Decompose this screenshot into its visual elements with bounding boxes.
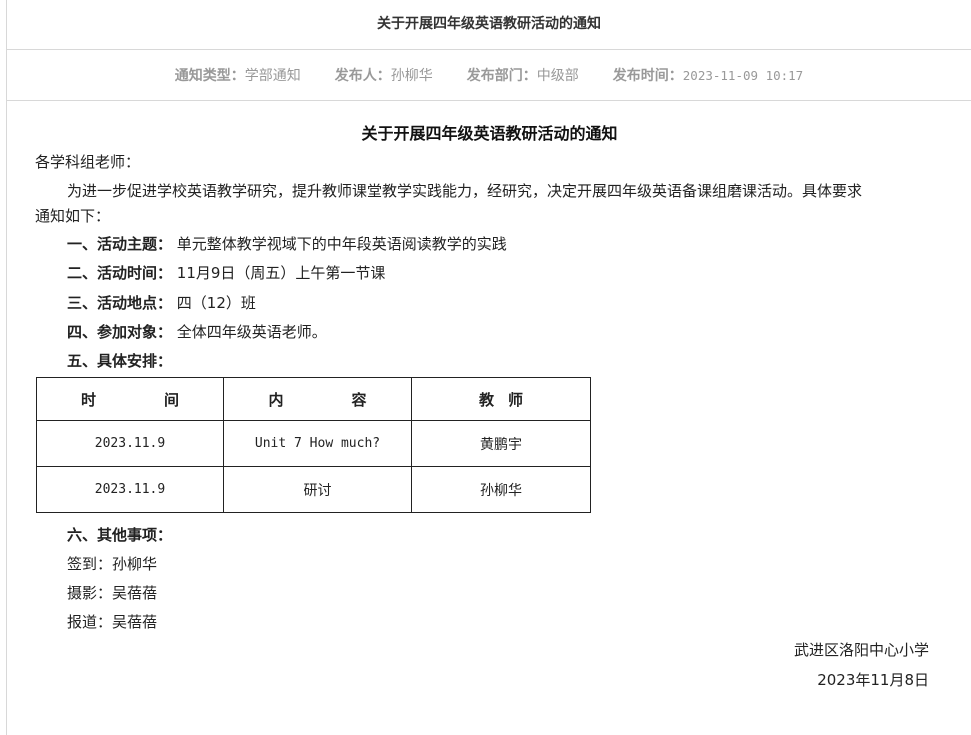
header-content-char-1: 内 — [268, 390, 284, 409]
page-title: 关于开展四年级英语教研活动的通知 — [7, 0, 971, 50]
salutation: 各学科组老师： — [35, 153, 141, 171]
item-time-value: 11月9日（周五）上午第一节课 — [176, 264, 386, 282]
meta-time: 发布时间：2023-11-09 10:17 — [613, 65, 803, 85]
intro-line-1: 为进一步促进学校英语教学研究，提升教师课堂教学实践能力，经研究，决定开展四年级英… — [67, 182, 863, 200]
row1-time: 2023.11.9 — [36, 420, 224, 467]
row2-teacher: 孙柳华 — [411, 466, 591, 513]
meta-type: 通知类型：学部通知 — [175, 65, 301, 85]
header-teacher: 教师 — [411, 377, 591, 421]
item-place: 三、活动地点： 四（12）班 — [67, 292, 256, 313]
header-time: 时间 — [36, 377, 224, 421]
meta-dept: 发布部门：中级部 — [467, 65, 579, 85]
item-time: 二、活动时间： 11月9日（周五）上午第一节课 — [67, 262, 385, 283]
row1-content: Unit 7 How much? — [223, 420, 412, 467]
item-participants-value: 全体四年级英语老师。 — [176, 323, 327, 341]
other-checkin: 签到：孙柳华 — [67, 555, 158, 573]
meta-type-value: 学部通知 — [244, 67, 301, 84]
other-label: 六、其他事项： — [67, 526, 173, 544]
meta-bar: 通知类型：学部通知 发布人：孙柳华 发布部门：中级部 发布时间：2023-11-… — [7, 49, 971, 101]
signature-date: 2023年11月8日 — [817, 671, 929, 689]
meta-publisher: 发布人：孙柳华 — [335, 65, 433, 85]
meta-dept-value: 中级部 — [536, 67, 579, 84]
item-time-label: 二、活动时间： — [67, 264, 173, 282]
item-theme: 一、活动主题： 单元整体教学视域下的中年段英语阅读教学的实践 — [67, 233, 507, 254]
schedule-table: 时间 内容 教师 2023.11.9 Unit 7 How much? 黄鹏宇 … — [36, 377, 591, 513]
item-place-value: 四（12）班 — [176, 294, 256, 312]
header-teacher-char-1: 教 — [478, 390, 494, 409]
item-place-label: 三、活动地点： — [67, 294, 173, 312]
header-content-char-2: 容 — [351, 390, 367, 409]
other-report: 报道：吴蓓蓓 — [67, 613, 158, 631]
row2-content: 研讨 — [223, 466, 412, 513]
item-schedule-label: 五、具体安排： — [67, 352, 173, 370]
table-row: 2023.11.9 Unit 7 How much? 黄鹏宇 — [36, 420, 591, 467]
table-row: 2023.11.9 研讨 孙柳华 — [36, 466, 591, 513]
item-theme-label: 一、活动主题： — [67, 235, 173, 253]
meta-publisher-value: 孙柳华 — [390, 67, 433, 84]
meta-type-label: 通知类型： — [174, 67, 245, 84]
meta-dept-label: 发布部门： — [466, 67, 537, 84]
header-content: 内容 — [223, 377, 412, 421]
meta-time-label: 发布时间： — [612, 67, 683, 84]
item-theme-value: 单元整体教学视域下的中年段英语阅读教学的实践 — [176, 235, 507, 253]
item-participants: 四、参加对象： 全体四年级英语老师。 — [67, 321, 327, 342]
item-participants-label: 四、参加对象： — [67, 323, 173, 341]
item-schedule: 五、具体安排： — [67, 350, 172, 371]
header-time-char-2: 间 — [164, 390, 180, 409]
row2-time: 2023.11.9 — [36, 466, 224, 513]
table-header-row: 时间 内容 教师 — [36, 377, 591, 421]
meta-publisher-label: 发布人： — [334, 67, 391, 84]
intro-line-2: 通知如下： — [35, 207, 111, 225]
other-photo: 摄影：吴蓓蓓 — [67, 584, 158, 602]
header-time-char-1: 时 — [80, 390, 96, 409]
meta-time-value: 2023-11-09 10:17 — [682, 67, 804, 83]
notice-frame: 关于开展四年级英语教研活动的通知 通知类型：学部通知 发布人：孙柳华 发布部门：… — [6, 0, 971, 735]
signature-org: 武进区洛阳中心小学 — [793, 641, 929, 659]
row1-teacher: 黄鹏宇 — [411, 420, 591, 467]
document-title: 关于开展四年级英语教研活动的通知 — [361, 124, 618, 143]
header-teacher-char-2: 师 — [508, 390, 524, 409]
